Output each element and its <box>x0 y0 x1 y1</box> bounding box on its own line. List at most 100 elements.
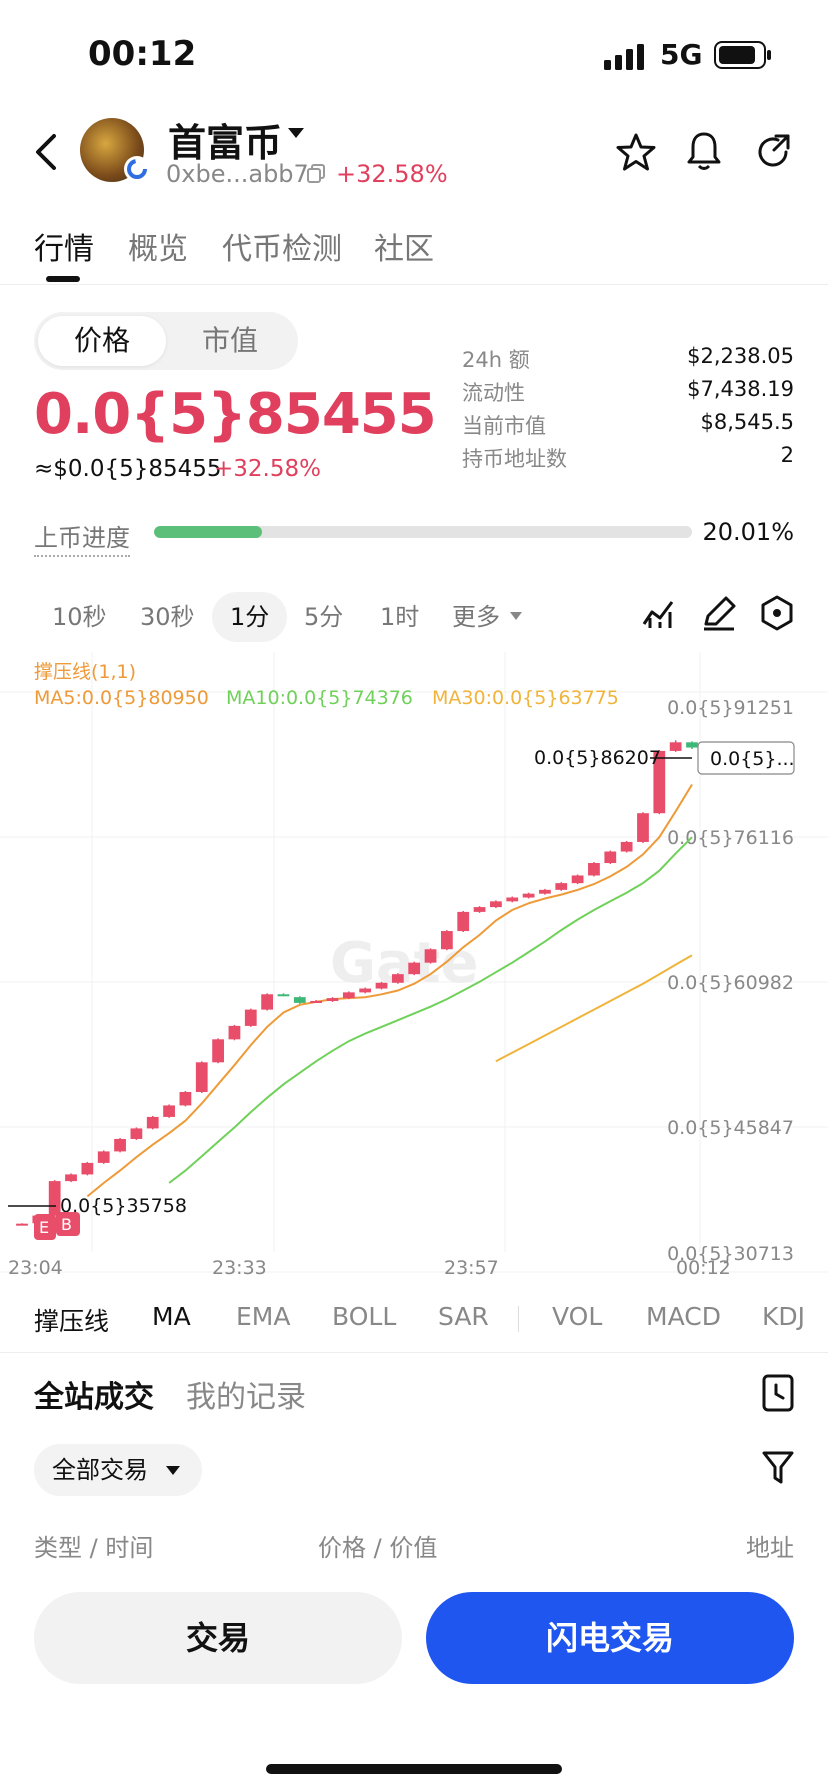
y-axis-labels: 0.0{5}91251 0.0{5}76116 0.0{5}60982 0.0{5}4… <box>667 697 794 1265</box>
candle <box>293 997 306 1003</box>
candle <box>228 1025 241 1040</box>
listing-progress-value: 20.01% <box>702 518 794 546</box>
timeframe-1h[interactable]: 1时 <box>380 592 419 642</box>
timeframe-more[interactable]: 更多 <box>452 592 500 642</box>
ma30-label: MA30:0.0{5}63775 <box>432 687 619 709</box>
caret-down-icon[interactable] <box>288 128 304 140</box>
x-axis-tick-label: 23:57 <box>444 1257 499 1279</box>
listing-progress-label[interactable]: 上币进度 <box>34 518 130 557</box>
candle <box>326 998 339 1001</box>
candle <box>637 813 649 842</box>
indicator-sar[interactable]: SAR <box>438 1302 489 1331</box>
history-clock-icon[interactable] <box>762 1374 796 1414</box>
col-type-time: 类型 / 时间 <box>34 1534 154 1562</box>
price-toggle-button[interactable]: 价格 <box>38 316 166 366</box>
candle <box>440 931 453 950</box>
watermark: Gate <box>330 931 479 996</box>
indicator-ma[interactable]: MA <box>152 1302 191 1331</box>
candle <box>686 742 698 748</box>
y-axis-tick-label: 0.0{5}60982 <box>667 972 794 994</box>
ma10-label: MA10:0.0{5}74376 <box>226 687 413 709</box>
candle <box>48 1181 61 1216</box>
signal-icon <box>604 44 644 70</box>
price-change: +32.58% <box>214 456 321 482</box>
candle <box>391 974 404 983</box>
share-icon[interactable] <box>754 132 794 172</box>
indicator-support-resistance[interactable]: 撑压线 <box>34 1302 109 1338</box>
candle <box>375 982 388 989</box>
indicator-vol[interactable]: VOL <box>552 1302 602 1331</box>
ma30-line <box>495 954 693 1063</box>
candle <box>114 1138 126 1152</box>
trade-button[interactable]: 交易 <box>34 1592 402 1684</box>
timeframe-30s[interactable]: 30秒 <box>140 592 195 642</box>
draw-pen-icon[interactable] <box>700 594 738 632</box>
filter-funnel-icon[interactable] <box>762 1450 794 1486</box>
status-time: 00:12 <box>88 34 197 74</box>
x-axis-tick-label: 00:12 <box>676 1257 731 1279</box>
candle <box>342 992 355 999</box>
candle <box>457 911 470 932</box>
col-address: 地址 <box>746 1534 794 1562</box>
candle <box>604 851 617 864</box>
status-bar: 00:12 5G <box>0 0 828 110</box>
candle <box>424 949 437 963</box>
timeframe-10s[interactable]: 10秒 <box>52 592 107 642</box>
stat-holders-label: 持币地址数 <box>462 447 567 471</box>
y-axis-tick-label: 0.0{5}76116 <box>667 827 794 849</box>
more-caret-icon[interactable] <box>510 612 522 622</box>
indicator-chart-icon[interactable] <box>640 594 678 632</box>
candle <box>669 742 682 751</box>
tab-all-trades[interactable]: 全站成交 <box>34 1372 154 1416</box>
indicator-divider <box>518 1306 519 1332</box>
stat-holders-value: 2 <box>780 443 794 467</box>
tab-market[interactable]: 行情 <box>34 224 94 268</box>
y-axis-tick-label: 0.0{5}45847 <box>667 1117 794 1139</box>
candlestick-chart[interactable]: Gate 撑压线(1,1) MA5:0.0{5}80950 MA10:0.0{5… <box>0 652 828 1288</box>
flash-trade-button[interactable]: 闪电交易 <box>426 1592 794 1684</box>
candle <box>359 988 372 993</box>
stat-mcap-value: $8,545.5 <box>700 410 794 434</box>
candle <box>212 1039 224 1063</box>
back-arrow-icon[interactable] <box>34 132 58 172</box>
market-cap-toggle-button[interactable]: 市值 <box>166 316 294 366</box>
candle <box>16 1223 28 1226</box>
stat-liquidity-label: 流动性 <box>462 381 525 405</box>
candle <box>490 901 502 908</box>
tab-my-records[interactable]: 我的记录 <box>186 1372 306 1416</box>
indicator-ema[interactable]: EMA <box>236 1302 290 1331</box>
indicator-macd[interactable]: MACD <box>646 1302 721 1331</box>
tab-overview[interactable]: 概览 <box>128 224 188 268</box>
timeframe-1m[interactable]: 1分 <box>212 592 288 642</box>
candle <box>163 1105 175 1117</box>
copy-icon[interactable] <box>306 164 326 184</box>
stat-mcap-label: 当前市值 <box>462 414 546 438</box>
candle <box>310 1000 323 1003</box>
indicator-title: 撑压线(1,1) <box>34 661 136 683</box>
indicator-kdj[interactable]: KDJ <box>762 1302 805 1331</box>
tab-community[interactable]: 社区 <box>374 224 434 268</box>
bell-icon[interactable] <box>686 130 722 172</box>
candle <box>408 962 421 975</box>
candle <box>261 994 274 1010</box>
listing-progress-bar <box>154 526 692 538</box>
current-price-tag-text: 0.0{5}... <box>710 748 795 770</box>
candle <box>588 863 600 876</box>
tab-token-check[interactable]: 代币检测 <box>222 224 342 268</box>
stat-volume-value: $2,238.05 <box>687 344 794 368</box>
trade-tabs: 全站成交 我的记录 <box>0 1372 828 1432</box>
timeframe-5m[interactable]: 5分 <box>304 592 343 642</box>
y-axis-tick-label: 0.0{5}91251 <box>667 697 794 719</box>
indicator-boll[interactable]: BOLL <box>332 1302 396 1331</box>
x-axis-tick-label: 23:04 <box>8 1257 63 1279</box>
network-label: 5G <box>660 38 703 71</box>
star-icon[interactable] <box>616 132 656 172</box>
indicator-tabs: 撑压线 MA EMA BOLL SAR VOL MACD KDJ <box>0 1288 828 1353</box>
chain-badge-icon <box>124 156 150 182</box>
candle <box>522 893 535 898</box>
candle <box>179 1092 192 1106</box>
settings-hex-icon[interactable] <box>758 594 796 632</box>
candle <box>130 1128 143 1139</box>
coin-name[interactable]: 首富币 <box>168 112 282 167</box>
filter-caret-icon[interactable] <box>166 1466 180 1476</box>
